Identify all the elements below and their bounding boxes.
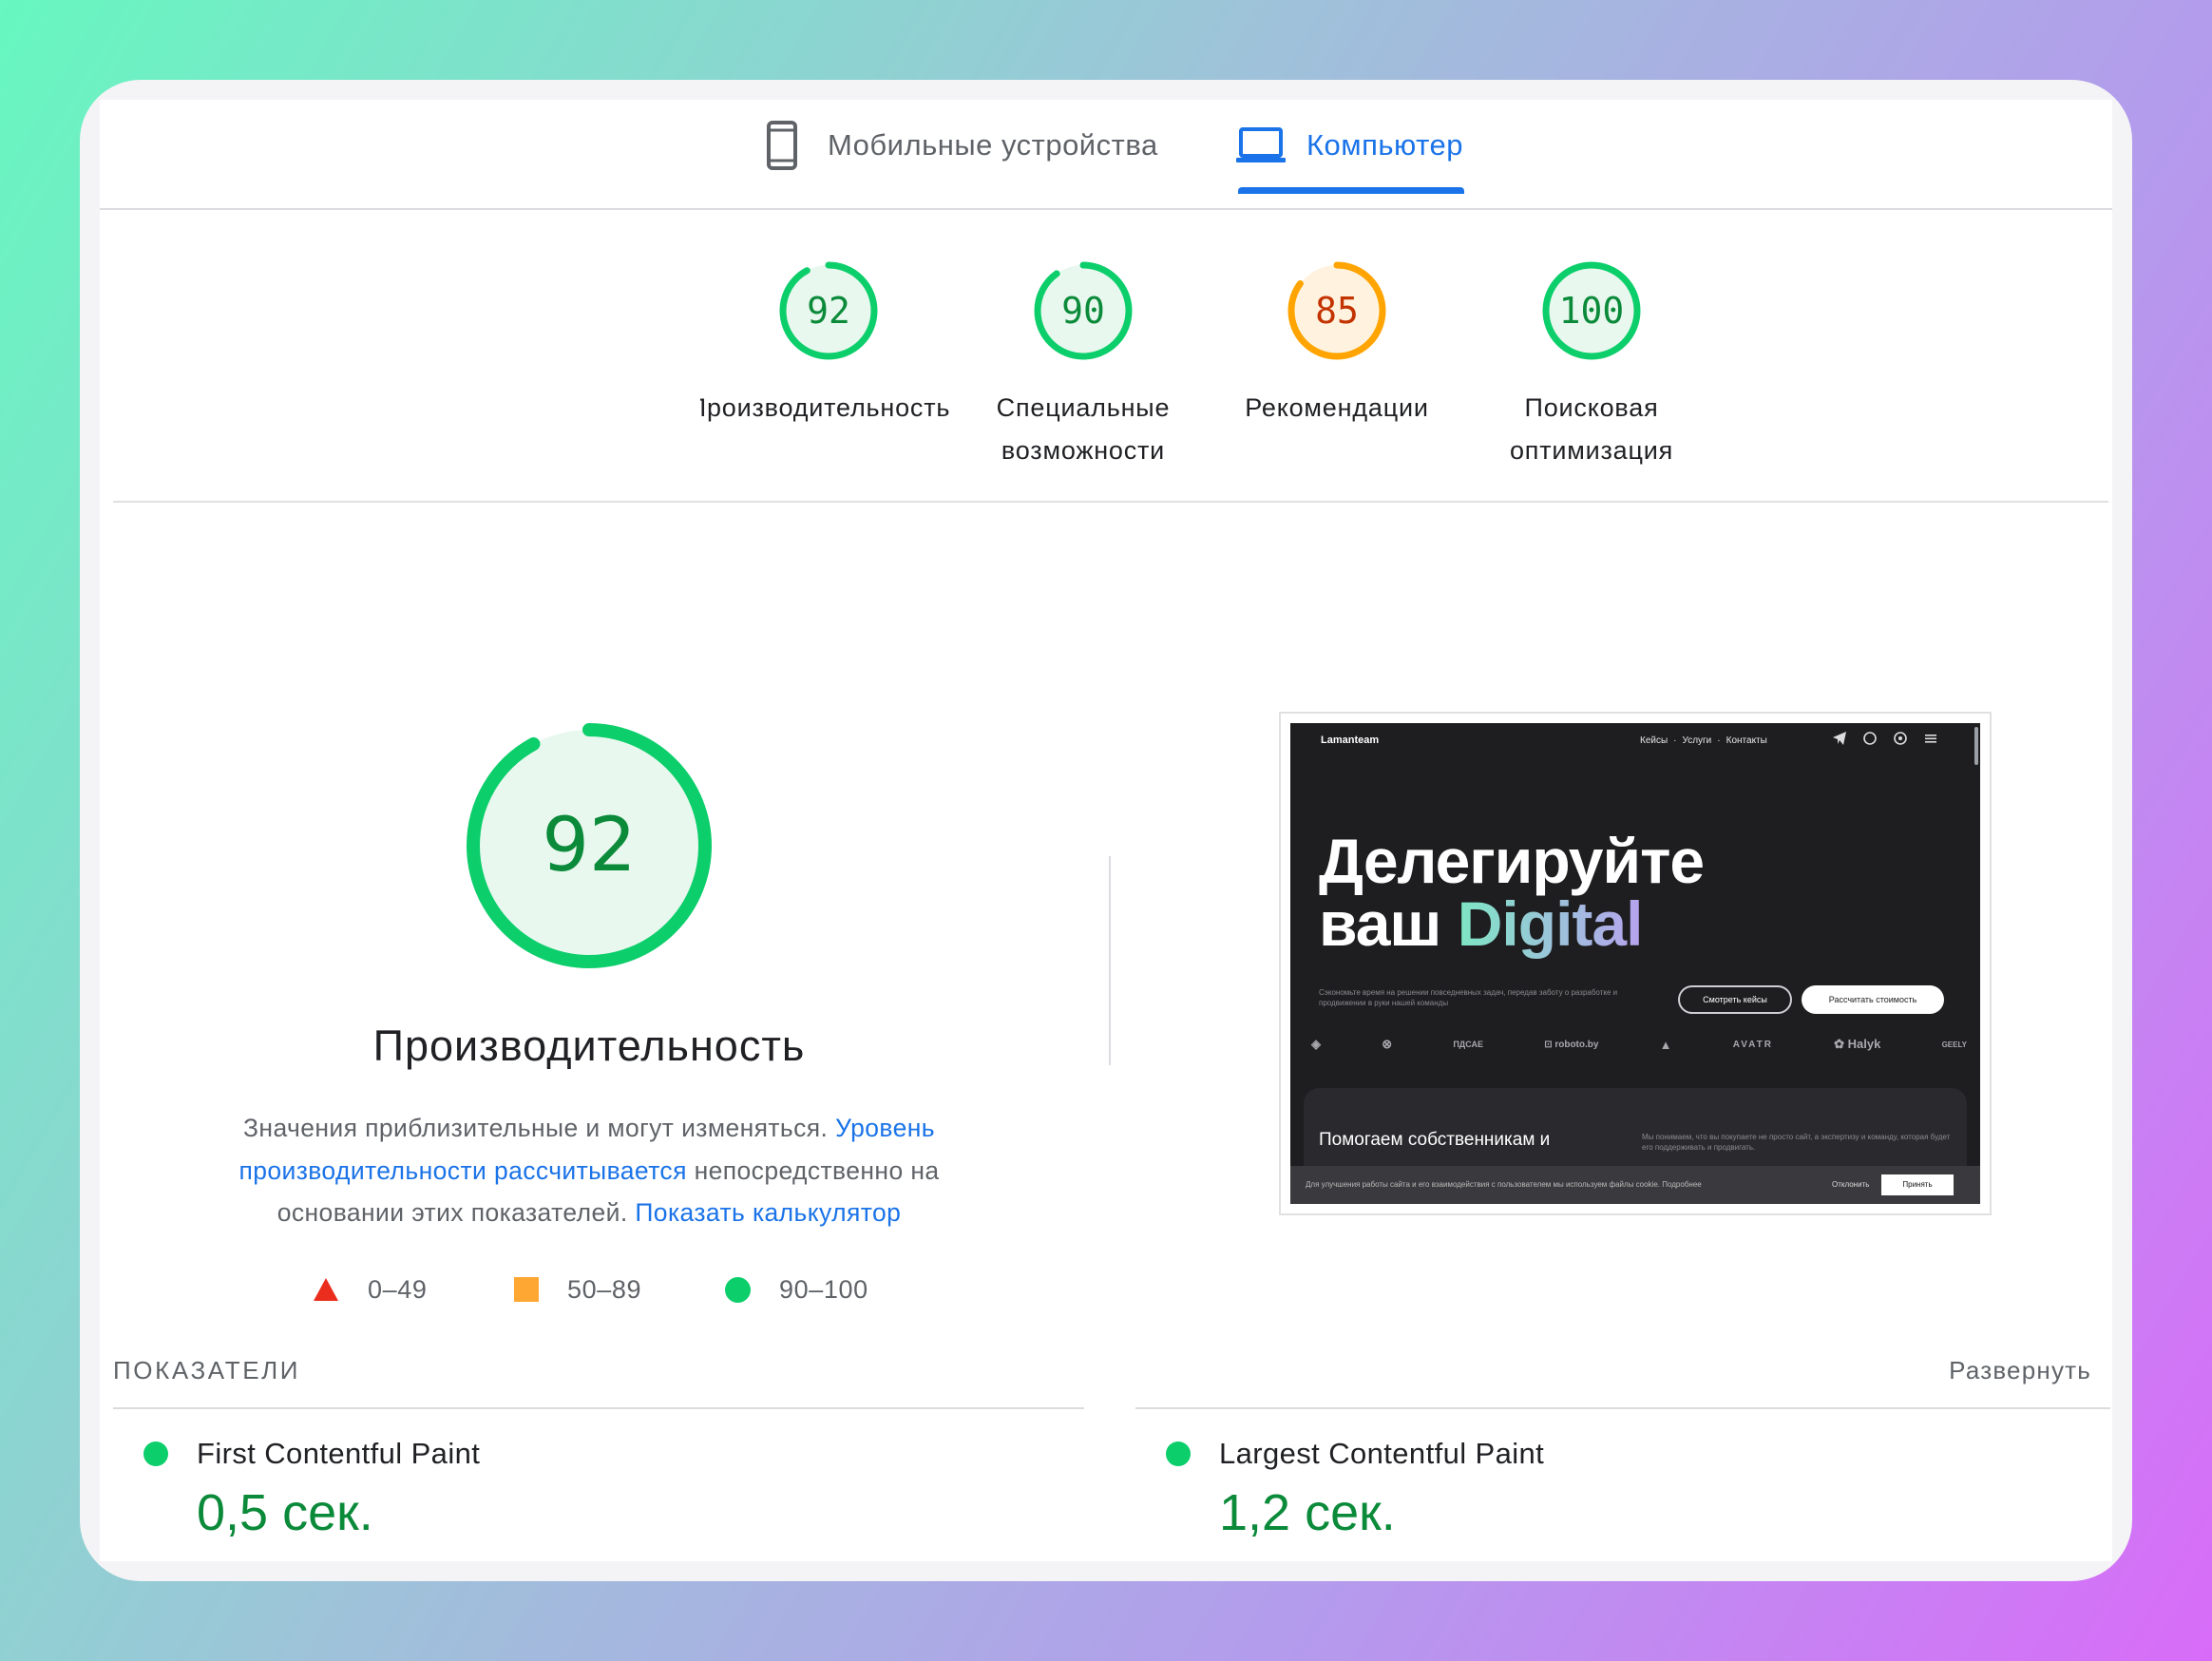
viber-icon [1862,731,1878,746]
category-scores: 92 Производительность 90 Специальные воз… [100,259,2112,497]
score-value: 85 [1315,290,1359,332]
legend-average: 50–89 [514,1270,641,1308]
site-icons [1832,731,1938,746]
legend-average-label: 50–89 [567,1274,642,1304]
legend-fail-label: 0–49 [368,1274,428,1304]
score-label-line2: оптимизация [1509,436,1674,465]
pass-indicator-icon [143,1441,168,1466]
score-seo[interactable]: 100 Поисковая оптимизация [1463,259,1720,472]
cookie-text: Для улучшения работы сайта и его взаимод… [1306,1180,1702,1189]
site-card-heading: Помогаем собственникам и маркетологам ра… [1319,1130,1594,1153]
score-label-line1: Рекомендации [1245,393,1429,422]
site-card-heading-text: Помогаем собственникам и маркетологам ра… [1319,1130,1551,1153]
metric-name: Largest Contentful Paint [1219,1437,1545,1470]
client-logos: ◈ ⊗ ПДСАЕ ⊡ roboto.by ▲ AVATR ✿ Halyk GE… [1311,1037,1967,1052]
tab-desktop[interactable]: Компьютер [1236,121,1463,210]
score-gauge: 92 [777,259,880,362]
score-label-line1: Поисковая [1524,393,1659,422]
device-tabs: Мобильные устройства Компьютер [100,100,2112,210]
score-gauge: 100 [1540,259,1643,362]
section-divider [113,501,2108,503]
site-card-text: Мы понимаем, что вы покупаете не просто … [1642,1133,1951,1152]
score-label: Специальные возможности [955,387,1211,472]
site-nav-item: Контакты [1726,735,1767,746]
square-icon [514,1277,539,1302]
site-calc-button: Рассчитать стоимость [1802,985,1944,1014]
performance-gauge: 92 [459,716,719,976]
site-headline: Делегируйте ваш Digital [1319,826,1705,955]
site-nav-sep: · [1673,735,1677,746]
client-logo: AVATR [1732,1039,1773,1050]
tab-desktop-label: Компьютер [1306,128,1463,162]
site-subtitle: Сэкономьте время на решении повседневных… [1319,988,1618,1007]
site-headline-line1: Делегируйте [1319,826,1705,896]
calculator-link[interactable]: Показать калькулятор [635,1198,901,1227]
client-logo: ⊡ roboto.by [1544,1039,1599,1050]
cookie-banner: Для улучшения работы сайта и его взаимод… [1290,1166,1980,1204]
client-logo: ⊗ [1382,1037,1393,1051]
menu-icon [1923,731,1938,746]
metric-name: First Contentful Paint [197,1437,481,1470]
cookie-decline: Отклонить [1832,1180,1870,1189]
score-gauge: 90 [1032,259,1135,362]
legend-pass-label: 90–100 [779,1274,868,1304]
score-accessibility[interactable]: 90 Специальные возможности [955,259,1211,472]
score-label-line1: Производительность [700,393,951,422]
legend-fail: 0–49 [313,1270,427,1308]
performance-title: Производительность [372,1021,806,1070]
site-nav-item: Услуги [1682,735,1712,746]
vertical-divider [1109,856,1111,1065]
score-label: Поисковая оптимизация [1463,387,1720,472]
expand-button[interactable]: Развернуть [1949,1356,2091,1385]
client-logo: ✿ Halyk [1834,1037,1881,1051]
telegram-icon [1832,731,1847,746]
legend-pass: 90–100 [725,1270,868,1308]
score-value: 92 [807,290,850,332]
metrics-divider [113,1407,1084,1409]
score-label: Рекомендации [1209,387,1465,430]
score-best-practices[interactable]: 85 Рекомендации [1209,259,1465,430]
performance-description: Значения приблизительные и могут изменят… [204,1107,974,1234]
score-gauge: 85 [1286,259,1388,362]
metrics-heading: ПОКАЗАТЕЛИ [113,1356,301,1384]
metrics-divider [1135,1407,2110,1409]
site-nav-sep: · [1717,735,1721,746]
tab-mobile[interactable]: Мобильные устройства [757,121,1158,210]
whatsapp-icon [1893,731,1908,746]
site-scrollbar [1974,727,1978,765]
laptop-icon [1236,121,1286,170]
screenshot-image: Lamanteam Кейсы · Услуги · Контакты Деле… [1290,723,1980,1204]
score-label: Производительность [700,387,957,430]
performance-score: 92 [542,803,637,888]
score-label-line1: Специальные [996,393,1171,422]
metric-value: 0,5 сек. [197,1484,373,1541]
final-screenshot[interactable]: Lamanteam Кейсы · Услуги · Контакты Деле… [1279,712,1992,1215]
tab-mobile-label: Мобильные устройства [828,128,1158,162]
site-nav-item: Кейсы [1640,735,1669,746]
circle-icon [725,1276,751,1303]
client-logo: GEELY [1941,1040,1967,1049]
score-label-line2: возможности [1001,436,1166,465]
score-performance[interactable]: 92 Производительность [700,259,957,430]
report-card: Мобильные устройства Компьютер 92 Произв… [100,100,2112,1561]
client-logo: ▲ [1659,1037,1672,1052]
triangle-icon [314,1278,338,1301]
score-value: 90 [1061,290,1105,332]
smartphone-icon [757,121,807,170]
active-tab-indicator [1238,187,1464,194]
site-logo: Lamanteam [1321,735,1380,746]
site-headline-text: ваш [1319,888,1458,959]
client-logo: ◈ [1311,1037,1321,1051]
site-headline-accent: Digital [1457,888,1644,959]
site-nav: Кейсы · Услуги · Контакты [1640,735,1767,746]
client-logo: ПДСАЕ [1453,1040,1483,1049]
metric-value: 1,2 сек. [1219,1484,1396,1541]
cookie-accept: Принять [1881,1174,1954,1195]
desc-text: Значения приблизительные и могут изменят… [243,1114,836,1142]
site-headline-line2: ваш Digital [1319,892,1704,955]
site-cases-button: Смотреть кейсы [1678,985,1792,1014]
pass-indicator-icon [1166,1441,1191,1466]
score-value: 100 [1558,290,1625,332]
